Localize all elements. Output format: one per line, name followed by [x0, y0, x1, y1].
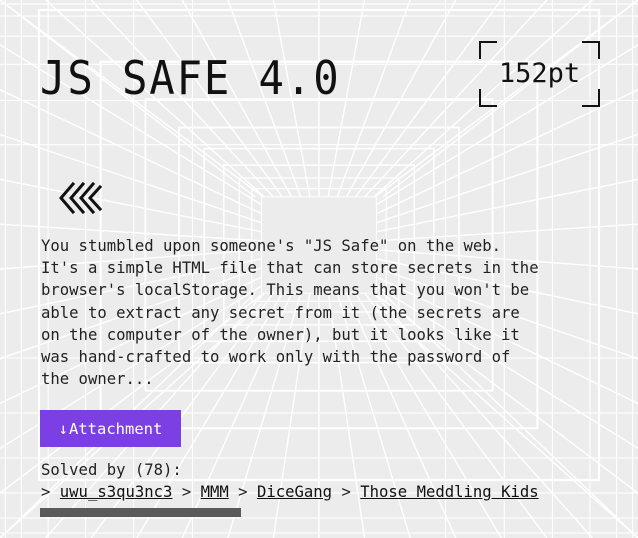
solver-separator: >: [172, 483, 201, 501]
badge-corner: [479, 89, 497, 107]
solved-by-label: Solved by (78):: [41, 461, 182, 479]
back-button[interactable]: [57, 178, 103, 218]
challenge-panel: JS SAFE 4.0 152pt You stumbled upon some…: [0, 0, 638, 538]
horizontal-scrollbar-thumb[interactable]: [40, 508, 241, 517]
solver-separator: >: [228, 483, 257, 501]
solver-separator: >: [332, 483, 361, 501]
attachment-label: Attachment: [69, 419, 163, 438]
challenge-title: JS SAFE 4.0: [40, 51, 341, 105]
attachment-button[interactable]: ↓ Attachment: [40, 410, 181, 447]
badge-corner: [582, 41, 600, 59]
points-badge: 152pt: [479, 41, 600, 107]
points-value: 152pt: [498, 58, 581, 89]
solver-item: > DiceGang: [229, 483, 332, 501]
solver-separator: >: [41, 483, 60, 501]
solver-link[interactable]: DiceGang: [257, 483, 332, 501]
solvers-list: > uwu_s3qu3nc3 > MMM > DiceGang > Those …: [41, 481, 638, 505]
solver-item: > uwu_s3qu3nc3: [41, 483, 172, 501]
solver-item: > Those Meddling Kids: [332, 483, 538, 501]
challenge-description: You stumbled upon someone's "JS Safe" on…: [41, 237, 539, 389]
badge-corner: [479, 41, 497, 59]
solver-item: > MMM: [172, 483, 229, 501]
solver-link[interactable]: Those Meddling Kids: [360, 483, 538, 501]
download-arrow-icon: ↓: [58, 419, 68, 438]
solver-link[interactable]: uwu_s3qu3nc3: [60, 483, 173, 501]
badge-corner: [582, 89, 600, 107]
solver-link[interactable]: MMM: [201, 483, 229, 501]
triple-chevron-left-icon: [59, 181, 103, 215]
